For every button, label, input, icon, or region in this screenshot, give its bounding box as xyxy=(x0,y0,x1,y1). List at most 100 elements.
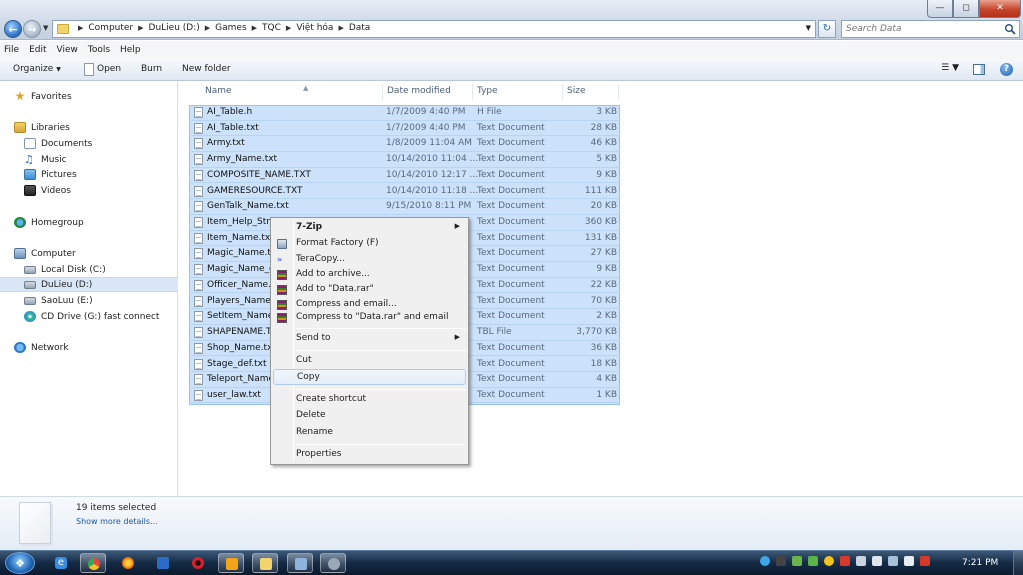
clock[interactable]: 7:21 PM xyxy=(962,558,998,568)
minimize-button[interactable]: — xyxy=(927,0,953,18)
organize-button[interactable]: Organize ▼ xyxy=(13,64,61,74)
menu-item-format-factory[interactable]: Format Factory (F) xyxy=(273,236,466,252)
maximize-button[interactable]: ◻ xyxy=(953,0,979,18)
nav-homegroup[interactable]: Homegroup xyxy=(0,215,178,230)
recent-pages-dropdown[interactable]: ▼ xyxy=(43,24,48,32)
menu-item-cut[interactable]: Cut xyxy=(273,353,466,369)
show-desktop-button[interactable] xyxy=(1013,551,1023,575)
search-box[interactable] xyxy=(841,20,1020,38)
nav-videos[interactable]: Videos xyxy=(0,183,178,198)
taskbar-ie[interactable]: e xyxy=(48,553,74,573)
menu-file[interactable]: File xyxy=(4,45,19,55)
taskbar-explorer[interactable] xyxy=(252,553,278,573)
breadcrumb-computer[interactable]: Computer xyxy=(88,23,133,33)
preview-pane-icon[interactable] xyxy=(973,64,985,75)
menu-item-add-archive[interactable]: Add to archive... xyxy=(273,267,466,283)
taskbar-opera[interactable] xyxy=(185,553,211,573)
nav-pictures[interactable]: Pictures xyxy=(0,167,178,182)
menu-view[interactable]: View xyxy=(57,45,78,55)
file-row[interactable]: GenTalk_Name.txt 9/15/2010 8:11 PM Text Do… xyxy=(189,199,620,215)
column-header-type[interactable]: Type xyxy=(473,84,563,100)
refresh-button[interactable]: ↻ xyxy=(818,20,836,38)
chevron-right-icon[interactable]: ▶ xyxy=(138,24,143,32)
menu-item-delete[interactable]: Delete xyxy=(273,408,466,424)
menu-tools[interactable]: Tools xyxy=(88,45,110,55)
tray-app-icon[interactable] xyxy=(792,556,802,566)
forward-button[interactable]: → xyxy=(23,20,41,38)
nav-dulieu[interactable]: DuLieu (D:) xyxy=(0,277,178,292)
nav-network[interactable]: Network xyxy=(0,340,178,355)
search-input[interactable] xyxy=(846,23,996,35)
file-row[interactable]: COMPOSITE_NAME.TXT 10/14/2010 12:17 ... Te… xyxy=(189,168,620,184)
menu-item-copy[interactable]: Copy xyxy=(273,369,466,385)
chevron-right-icon[interactable]: ▶ xyxy=(338,24,343,32)
chevron-right-icon[interactable]: ▶ xyxy=(78,24,83,32)
tray-flag-icon[interactable] xyxy=(920,556,930,566)
taskbar-app-tool[interactable] xyxy=(287,553,313,573)
tray-app-icon[interactable] xyxy=(808,556,818,566)
help-icon[interactable]: ? xyxy=(1000,63,1013,76)
column-header-size[interactable]: Size xyxy=(563,84,619,100)
nav-computer[interactable]: Computer xyxy=(0,246,178,261)
search-icon[interactable] xyxy=(1004,23,1016,35)
nav-music[interactable]: ♫ Music xyxy=(0,152,178,167)
file-row[interactable]: Army.txt 1/8/2009 11:04 AM Text Document 46… xyxy=(189,136,620,152)
tray-app-icon[interactable] xyxy=(824,556,834,566)
taskbar-app-other[interactable] xyxy=(320,553,346,573)
tray-app-icon[interactable] xyxy=(760,556,770,566)
taskbar-firefox[interactable] xyxy=(115,553,141,573)
breadcrumb-viet-hoa[interactable]: Việt hóa xyxy=(296,23,333,33)
start-button[interactable]: ❖ xyxy=(5,552,35,574)
menu-item-send-to[interactable]: Send to ▶ xyxy=(273,331,466,347)
view-options-icon[interactable]: ☰ ▼ xyxy=(941,63,959,73)
column-header-date[interactable]: Date modified xyxy=(383,84,473,100)
menu-item-7zip[interactable]: 7-Zip ▶ xyxy=(273,220,466,236)
menu-item-properties[interactable]: Properties xyxy=(273,447,466,463)
menu-add-archive-label: Add to archive... xyxy=(296,269,370,279)
nav-documents[interactable]: Documents xyxy=(0,136,178,151)
breadcrumb-data[interactable]: Data xyxy=(349,23,371,33)
menu-edit[interactable]: Edit xyxy=(29,45,46,55)
tray-app-icon[interactable] xyxy=(856,556,866,566)
menu-item-teracopy[interactable]: » TeraCopy... xyxy=(273,252,466,268)
breadcrumb-games[interactable]: Games xyxy=(215,23,246,33)
nav-libraries[interactable]: Libraries xyxy=(0,120,178,135)
menu-item-create-shortcut[interactable]: Create shortcut xyxy=(273,392,466,408)
burn-button[interactable]: Burn xyxy=(141,64,162,74)
file-row[interactable]: GAMERESOURCE.TXT 10/14/2010 11:18 ... Text… xyxy=(189,184,620,200)
chevron-right-icon[interactable]: ▶ xyxy=(205,24,210,32)
open-button[interactable]: Open xyxy=(97,64,121,74)
show-more-details-link[interactable]: Show more details... xyxy=(76,517,158,526)
nav-saoluu[interactable]: SaoLuu (E:) xyxy=(0,293,178,308)
file-row[interactable]: AI_Table.txt 1/7/2009 4:40 PM Text Documen… xyxy=(189,121,620,137)
file-row[interactable]: AI_Table.h 1/7/2009 4:40 PM H File 3 KB xyxy=(189,105,620,121)
breadcrumb-dulieu[interactable]: DuLieu (D:) xyxy=(149,23,200,33)
taskbar-media-player[interactable] xyxy=(218,553,244,573)
taskbar-app-k[interactable] xyxy=(150,553,176,573)
breadcrumb-tqc[interactable]: TQC xyxy=(262,23,281,33)
menu-item-add-rar[interactable]: Add to "Data.rar" xyxy=(273,282,466,298)
network-status-icon[interactable] xyxy=(888,556,898,566)
menu-help[interactable]: Help xyxy=(120,45,141,55)
file-row[interactable]: Army_Name.txt 10/14/2010 11:04 ... Text Do… xyxy=(189,152,620,168)
tray-app-icon[interactable] xyxy=(840,556,850,566)
nav-cd-drive[interactable]: CD Drive (G:) fast connect xyxy=(0,309,178,324)
column-header-name[interactable]: Name ▲ xyxy=(201,84,383,100)
nav-favorites[interactable]: ★ Favorites xyxy=(0,89,178,104)
close-button[interactable]: ✕ xyxy=(979,0,1021,18)
new-folder-button[interactable]: New folder xyxy=(182,64,231,74)
action-center-icon[interactable] xyxy=(904,556,914,566)
menu-item-compress-rar-email[interactable]: Compress to "Data.rar" and email xyxy=(273,310,466,326)
menu-item-rename[interactable]: Rename xyxy=(273,425,466,441)
volume-icon[interactable] xyxy=(872,556,882,566)
chevron-down-icon: ▼ xyxy=(56,66,61,73)
address-bar[interactable]: ▶ Computer ▶ DuLieu (D:) ▶ Games ▶ TQC ▶… xyxy=(52,20,816,38)
chevron-right-icon[interactable]: ▶ xyxy=(252,24,257,32)
taskbar-chrome[interactable] xyxy=(80,553,106,573)
back-button[interactable]: ← xyxy=(4,20,22,38)
address-dropdown-icon[interactable]: ▼ xyxy=(806,24,811,32)
nav-local-disk[interactable]: Local Disk (C:) xyxy=(0,262,178,277)
menu-separator xyxy=(296,350,466,351)
tray-app-icon[interactable] xyxy=(776,556,786,566)
chevron-right-icon[interactable]: ▶ xyxy=(286,24,291,32)
